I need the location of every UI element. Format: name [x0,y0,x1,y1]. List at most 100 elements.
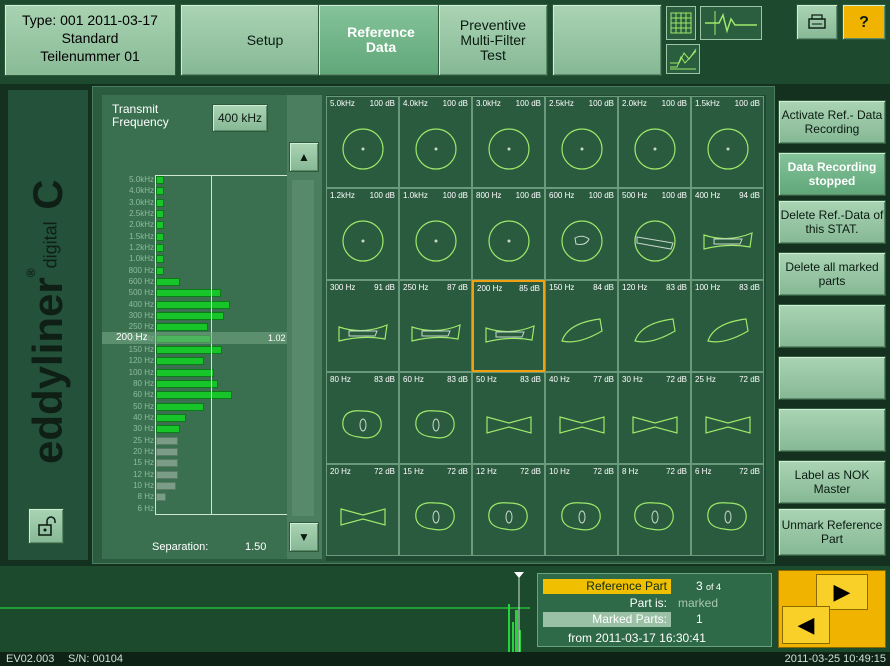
frequency-cell[interactable]: 800 Hz 100 dB [472,188,545,280]
arrow-right-icon: ▶ [833,579,851,604]
frequency-cell[interactable]: 1.5kHz 100 dB [691,96,764,188]
lissajous-plot [342,220,384,262]
logo-text: eddyliner [24,277,71,464]
grid-view-icon[interactable] [666,6,696,40]
unmark-reference-button[interactable]: Unmark Reference Part [778,508,886,556]
frequency-cell[interactable]: 50 Hz 83 dB [472,372,545,464]
frequency-cell[interactable]: 150 Hz 84 dB [545,280,618,372]
arrow-left-icon: ◀ [797,612,815,637]
type-info-box[interactable]: Type: 001 2011-03-17 Standard Teilenumme… [4,4,176,76]
histogram-row-label: 400 Hz [128,299,154,309]
histogram-row-label: 250 Hz [128,322,154,332]
frequency-cell[interactable]: 1.0kHz 100 dB [399,188,472,280]
cell-frequency: 2.5kHz [549,99,574,108]
empty-top-button[interactable] [552,4,662,76]
frequency-cell[interactable]: 10 Hz 72 dB [545,464,618,556]
serial-number: S/N: 00104 [68,653,124,665]
cell-db: 100 dB [588,99,614,108]
frequency-cell[interactable]: 80 Hz 83 dB [326,372,399,464]
lock-button[interactable] [28,508,64,544]
delete-ref-data-label: Delete Ref.-Data of this STAT. [780,208,884,236]
data-recording-status-button[interactable]: Data Recording stopped [778,152,886,196]
scrollbar-thumb[interactable] [292,180,314,516]
cell-db: 83 dB [666,283,687,292]
delete-marked-parts-button[interactable]: Delete all marked parts [778,252,886,296]
selected-frequency-row[interactable]: 200 Hz 1.02 [102,332,292,344]
lissajous-plot [703,232,753,250]
cell-frequency: 50 Hz [476,375,497,384]
eddyliner-logo: eddyliner®digital C [24,179,72,464]
cell-frequency: 300 Hz [330,283,356,292]
activate-recording-button[interactable]: Activate Ref.- Data Recording [778,100,886,144]
histogram-row-label: 50 Hz [133,401,154,411]
frequency-cell[interactable]: 500 Hz 100 dB [618,188,691,280]
next-button[interactable]: ▶ [816,574,868,610]
preventive-label-1: Preventive [459,16,527,33]
cell-db: 100 dB [515,99,541,108]
empty-right-button-3[interactable] [778,408,886,452]
frequency-cell[interactable]: 300 Hz 91 dB [326,280,399,372]
cell-db: 100 dB [661,99,687,108]
lissajous-plot [342,128,384,170]
frequency-cell[interactable]: 400 Hz 94 dB [691,188,764,280]
reference-data-button[interactable]: Reference Data [318,4,444,76]
cell-db: 84 dB [593,283,614,292]
frequency-cell[interactable]: 15 Hz 72 dB [399,464,472,556]
frequency-cell[interactable]: 120 Hz 83 dB [618,280,691,372]
multi-signal-icon[interactable] [666,44,700,74]
frequency-cell[interactable]: 60 Hz 83 dB [399,372,472,464]
frequency-cell[interactable]: 4.0kHz 100 dB [399,96,472,188]
part-is-label: Part is: [629,596,667,610]
cell-frequency: 25 Hz [695,375,716,384]
empty-right-button-2[interactable] [778,356,886,400]
scroll-up-button[interactable]: ▲ [289,142,319,172]
standard-line: Standard [61,30,119,46]
cell-db: 85 dB [519,284,540,293]
previous-button[interactable]: ◀ [782,606,830,644]
cell-db: 72 dB [666,375,687,384]
histogram-row-label: 15 Hz [133,458,154,468]
frequency-cell[interactable]: 20 Hz 72 dB [326,464,399,556]
cell-frequency: 8 Hz [622,467,639,476]
frequency-cell[interactable]: 600 Hz 100 dB [545,188,618,280]
cell-db: 100 dB [661,191,687,200]
cell-db: 83 dB [739,283,760,292]
frequency-cell[interactable]: 3.0kHz 100 dB [472,96,545,188]
histogram-row-label: 12 Hz [133,469,154,479]
empty-right-button-1[interactable] [778,304,886,348]
signal-view-icon[interactable] [700,6,762,40]
delete-ref-data-button[interactable]: Delete Ref.-Data of this STAT. [778,200,886,244]
frequency-cell[interactable]: 12 Hz 72 dB [472,464,545,556]
label-nok-master-button[interactable]: Label as NOK Master [778,460,886,504]
cell-frequency: 150 Hz [549,283,575,292]
frequency-cell[interactable]: 2.5kHz 100 dB [545,96,618,188]
frequency-cell[interactable]: 250 Hz 87 dB [399,280,472,372]
histogram-row-label: 30 Hz [133,424,154,434]
cell-frequency: 1.5kHz [695,99,720,108]
lissajous-plot [486,416,532,434]
frequency-cell[interactable]: 2.0kHz 100 dB [618,96,691,188]
frequency-cell[interactable]: 40 Hz 77 dB [545,372,618,464]
frequency-cell[interactable]: 5.0kHz 100 dB [326,96,399,188]
cell-frequency: 60 Hz [403,375,424,384]
lissajous-plot [634,502,674,531]
frequency-cell[interactable]: 25 Hz 72 dB [691,372,764,464]
frequency-cell[interactable]: 1.2kHz 100 dB [326,188,399,280]
frequency-cell[interactable]: 30 Hz 72 dB [618,372,691,464]
separation-value: 1.50 [245,541,267,553]
print-button[interactable] [796,4,838,40]
lissajous-plot [485,325,535,343]
lissajous-plot [561,318,603,343]
histogram-row-label: 20 Hz [133,447,154,456]
frequency-cell[interactable]: 100 Hz 83 dB [691,280,764,372]
scroll-down-button[interactable]: ▼ [289,522,319,552]
frequency-cell[interactable]: 8 Hz 72 dB [618,464,691,556]
frequency-cell[interactable]: 6 Hz 72 dB [691,464,764,556]
lissajous-plot [411,324,461,342]
histogram-row-label: 40 Hz [133,413,154,422]
help-button[interactable]: ? [842,4,886,40]
frequency-cell[interactable]: 200 Hz 85 dB [472,280,545,372]
cell-db: 72 dB [520,467,541,476]
preventive-test-button[interactable]: Preventive Multi-Filter Test [438,4,548,76]
waveform-icon [705,11,757,35]
